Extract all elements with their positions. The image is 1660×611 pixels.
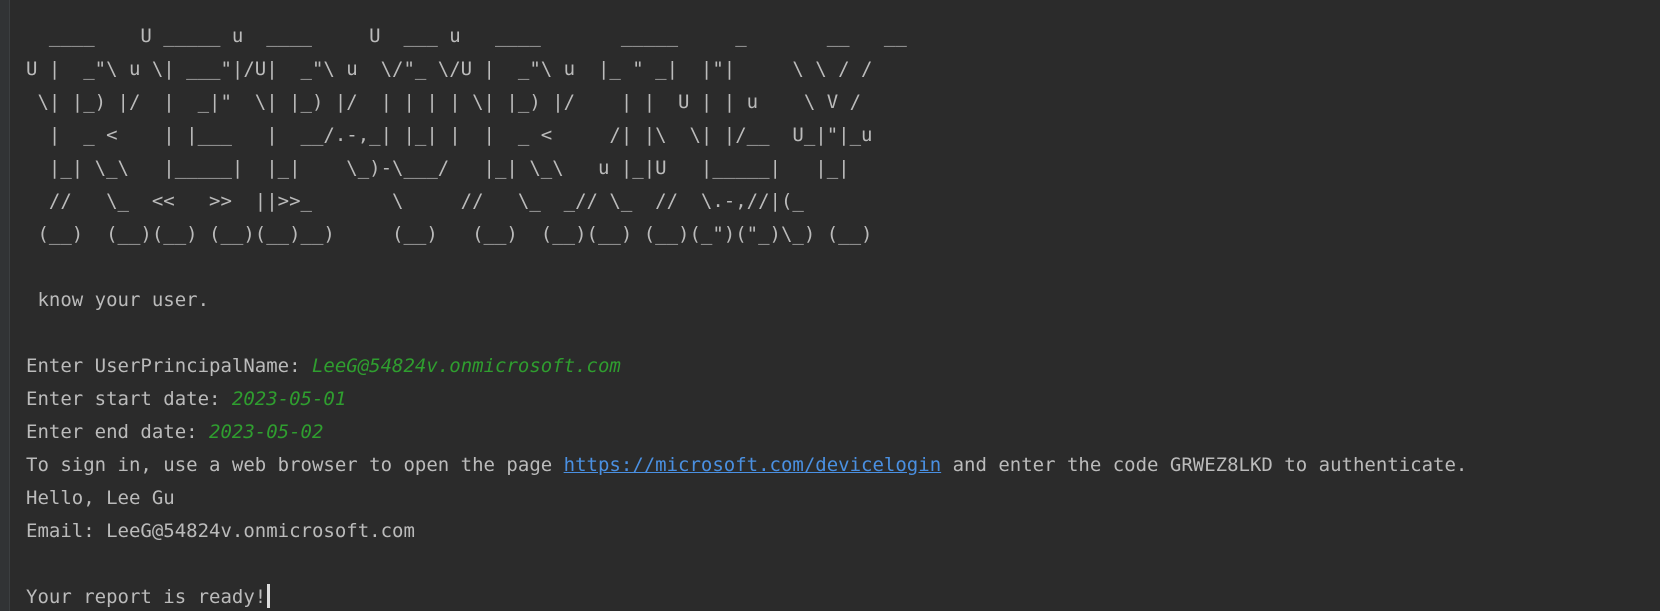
terminal-window[interactable]: ____ U _____ u ____ U ___ u ____ _____ _… (0, 0, 1660, 611)
tagline: know your user. (26, 289, 210, 311)
upn-prompt-line: Enter UserPrincipalName: LeeG@54824v.onm… (26, 350, 1660, 383)
end-date-label: Enter end date: (26, 421, 210, 443)
banner-line: // \_ << >> ||>>_ \ // \_ _// \_ // \.-,… (26, 190, 804, 212)
start-date-input-value: 2023-05-01 (231, 388, 347, 410)
end-date-input-value: 2023-05-02 (209, 421, 324, 443)
upn-input-value: LeeG@54824v.onmicrosoft.com (311, 355, 621, 377)
report-ready-message: Your report is ready! (26, 586, 267, 608)
start-date-label: Enter start date: (26, 388, 232, 410)
banner-line: U | _"\ u \| ___"|/U| _"\ u \/"_ \/U | _… (26, 58, 873, 80)
greeting-line: Hello, Lee Gu (26, 487, 175, 509)
signin-prefix: To sign in, use a web browser to open th… (26, 454, 564, 476)
banner-line: ____ U _____ u ____ U ___ u ____ _____ _… (26, 25, 907, 47)
email-line: Email: LeeG@54824v.onmicrosoft.com (26, 520, 415, 542)
text-cursor (267, 584, 271, 608)
report-ready-line: Your report is ready! (26, 581, 1660, 611)
banner-line: \| |_) |/ | _|" \| |_) |/ | | | | \| |_)… (26, 91, 862, 113)
ascii-banner: ____ U _____ u ____ U ___ u ____ _____ _… (26, 20, 1660, 251)
terminal-gutter (0, 0, 10, 611)
terminal-output: ____ U _____ u ____ U ___ u ____ _____ _… (26, 20, 1660, 611)
banner-line: |_| \_\ |_____| |_| \_)-\___/ |_| \_\ u … (26, 157, 850, 179)
start-date-prompt-line: Enter start date: 2023-05-01 (26, 383, 1660, 416)
devicelogin-link[interactable]: https://microsoft.com/devicelogin (564, 454, 942, 476)
signin-instructions-line: To sign in, use a web browser to open th… (26, 449, 1660, 482)
signin-suffix: and enter the code GRWEZ8LKD to authenti… (941, 454, 1468, 476)
banner-line: | _ < | |___ | __/.-,_| |_| | | _ < /| |… (26, 124, 873, 146)
end-date-prompt-line: Enter end date: 2023-05-02 (26, 416, 1660, 449)
upn-label: Enter UserPrincipalName: (26, 355, 312, 377)
banner-line: (__) (__)(__) (__)(__)__) (__) (__) (__)… (26, 223, 873, 245)
